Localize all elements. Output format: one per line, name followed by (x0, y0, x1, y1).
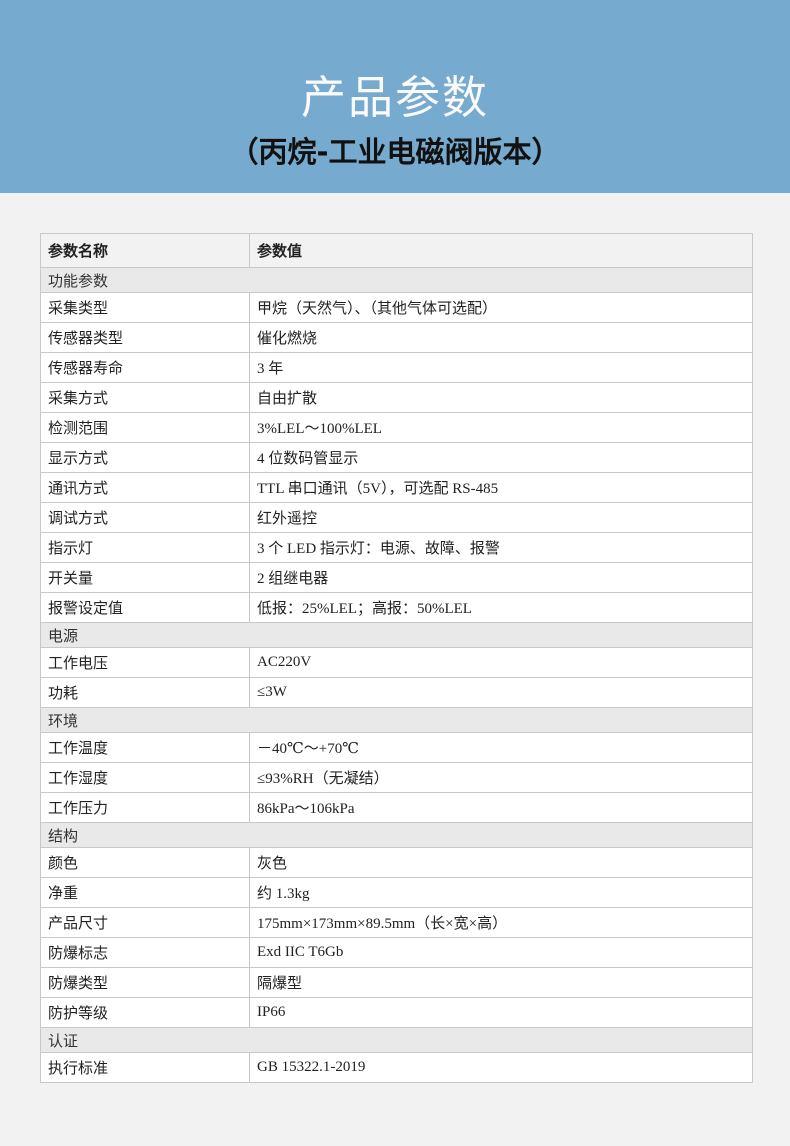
param-name: 传感器寿命 (40, 352, 250, 383)
section-row: 环境 (40, 707, 753, 733)
column-header-value: 参数值 (249, 233, 753, 268)
param-value: IP66 (249, 997, 753, 1028)
param-name: 防爆类型 (40, 967, 250, 998)
table-row: 颜色 灰色 (40, 847, 753, 878)
param-value: 约 1.3kg (249, 877, 753, 908)
table-row: 功耗 ≤3W (40, 677, 753, 708)
param-name: 显示方式 (40, 442, 250, 473)
param-value: 红外遥控 (249, 502, 753, 533)
param-name: 防爆标志 (40, 937, 250, 968)
table-row: 传感器类型 催化燃烧 (40, 322, 753, 353)
header-banner: 产品参数 （丙烷-工业电磁阀版本） (0, 0, 790, 193)
table-row: 检测范围 3%LEL～100%LEL (40, 412, 753, 443)
section-row: 功能参数 (40, 267, 753, 293)
param-name: 调试方式 (40, 502, 250, 533)
param-name: 工作湿度 (40, 762, 250, 793)
param-value: 甲烷（天然气）、（其他气体可选配） (249, 292, 753, 323)
table-row: 开关量 2 组继电器 (40, 562, 753, 593)
param-value: 4 位数码管显示 (249, 442, 753, 473)
param-value: 催化燃烧 (249, 322, 753, 353)
param-value: 灰色 (249, 847, 753, 878)
param-value: 隔爆型 (249, 967, 753, 998)
table-row: 防爆标志 Exd IIC T6Gb (40, 937, 753, 968)
spec-table: 参数名称 参数值 功能参数 采集类型 甲烷（天然气）、（其他气体可选配） 传感器类型催… (40, 233, 753, 1083)
table-row: 报警设定值 低报：25%LEL；高报：50%LEL (40, 592, 753, 623)
param-value: 3 个 LED 指示灯：电源、故障、报警 (249, 532, 753, 563)
page-title: 产品参数 (300, 71, 489, 124)
param-value: 3 年 (249, 352, 753, 383)
param-value: 2 组继电器 (249, 562, 753, 593)
table-row: 工作湿度 ≤93%RH（无凝结） (40, 762, 753, 793)
param-name: 工作压力 (40, 792, 250, 823)
table-header-row: 参数名称 参数值 (40, 233, 753, 268)
table-row: 工作压力 86kPa～106kPa (40, 792, 753, 823)
param-value: 86kPa～106kPa (249, 792, 753, 823)
table-row: 通讯方式 TTL 串口通讯（5V），可选配 RS-485 (40, 472, 753, 503)
page-subtitle: （丙烷-工业电磁阀版本） (229, 135, 561, 169)
table-row: 执行标准 GB 15322.1-2019 (40, 1052, 753, 1083)
table-row: 净重约 1.3kg (40, 877, 753, 908)
param-value: AC220V (249, 647, 753, 678)
section-title: 结构 (40, 822, 753, 848)
table-row: 产品尺寸 175mm×173mm×89.5mm（长×宽×高） (40, 907, 753, 938)
section-title: 环境 (40, 707, 753, 733)
param-name: 执行标准 (40, 1052, 250, 1083)
param-name: 产品尺寸 (40, 907, 250, 938)
param-name: 报警设定值 (40, 592, 250, 623)
param-name: 功耗 (40, 677, 250, 708)
param-name: 颜色 (40, 847, 250, 878)
table-row: 指示灯 3 个 LED 指示灯：电源、故障、报警 (40, 532, 753, 563)
table-row: 工作温度 －40℃～+70℃ (40, 732, 753, 763)
param-name: 通讯方式 (40, 472, 250, 503)
param-name: 采集方式 (40, 382, 250, 413)
table-row: 采集方式 自由扩散 (40, 382, 753, 413)
param-value: ≤3W (249, 677, 753, 708)
param-value: TTL 串口通讯（5V），可选配 RS-485 (249, 472, 753, 503)
column-header-name: 参数名称 (40, 233, 250, 268)
table-row: 传感器寿命 3 年 (40, 352, 753, 383)
table-row: 显示方式 4 位数码管显示 (40, 442, 753, 473)
param-name: 采集类型 (40, 292, 250, 323)
section-title: 功能参数 (40, 267, 753, 293)
table-row: 调试方式 红外遥控 (40, 502, 753, 533)
table-row: 防护等级 IP66 (40, 997, 753, 1028)
section-row: 电源 (40, 622, 753, 648)
table-row: 防爆类型 隔爆型 (40, 967, 753, 998)
param-value: 低报：25%LEL；高报：50%LEL (249, 592, 753, 623)
param-value: 175mm×173mm×89.5mm（长×宽×高） (249, 907, 753, 938)
param-name: 检测范围 (40, 412, 250, 443)
section-title: 认证 (40, 1027, 753, 1053)
param-value: 3%LEL～100%LEL (249, 412, 753, 443)
param-name: 开关量 (40, 562, 250, 593)
table-row: 采集类型 甲烷（天然气）、（其他气体可选配） (40, 292, 753, 323)
table-row: 工作电压 AC220V (40, 647, 753, 678)
section-row: 结构 (40, 822, 753, 848)
param-name: 工作电压 (40, 647, 250, 678)
section-row: 认证 (40, 1027, 753, 1053)
param-name: 传感器类型 (40, 322, 250, 353)
param-value: 自由扩散 (249, 382, 753, 413)
param-value: －40℃～+70℃ (249, 732, 753, 763)
param-name: 指示灯 (40, 532, 250, 563)
section-title: 电源 (40, 622, 753, 648)
param-value: ≤93%RH（无凝结） (249, 762, 753, 793)
param-name: 净重 (40, 877, 250, 908)
param-value: Exd IIC T6Gb (249, 937, 753, 968)
param-name: 防护等级 (40, 997, 250, 1028)
param-value: GB 15322.1-2019 (249, 1052, 753, 1083)
param-name: 工作温度 (40, 732, 250, 763)
